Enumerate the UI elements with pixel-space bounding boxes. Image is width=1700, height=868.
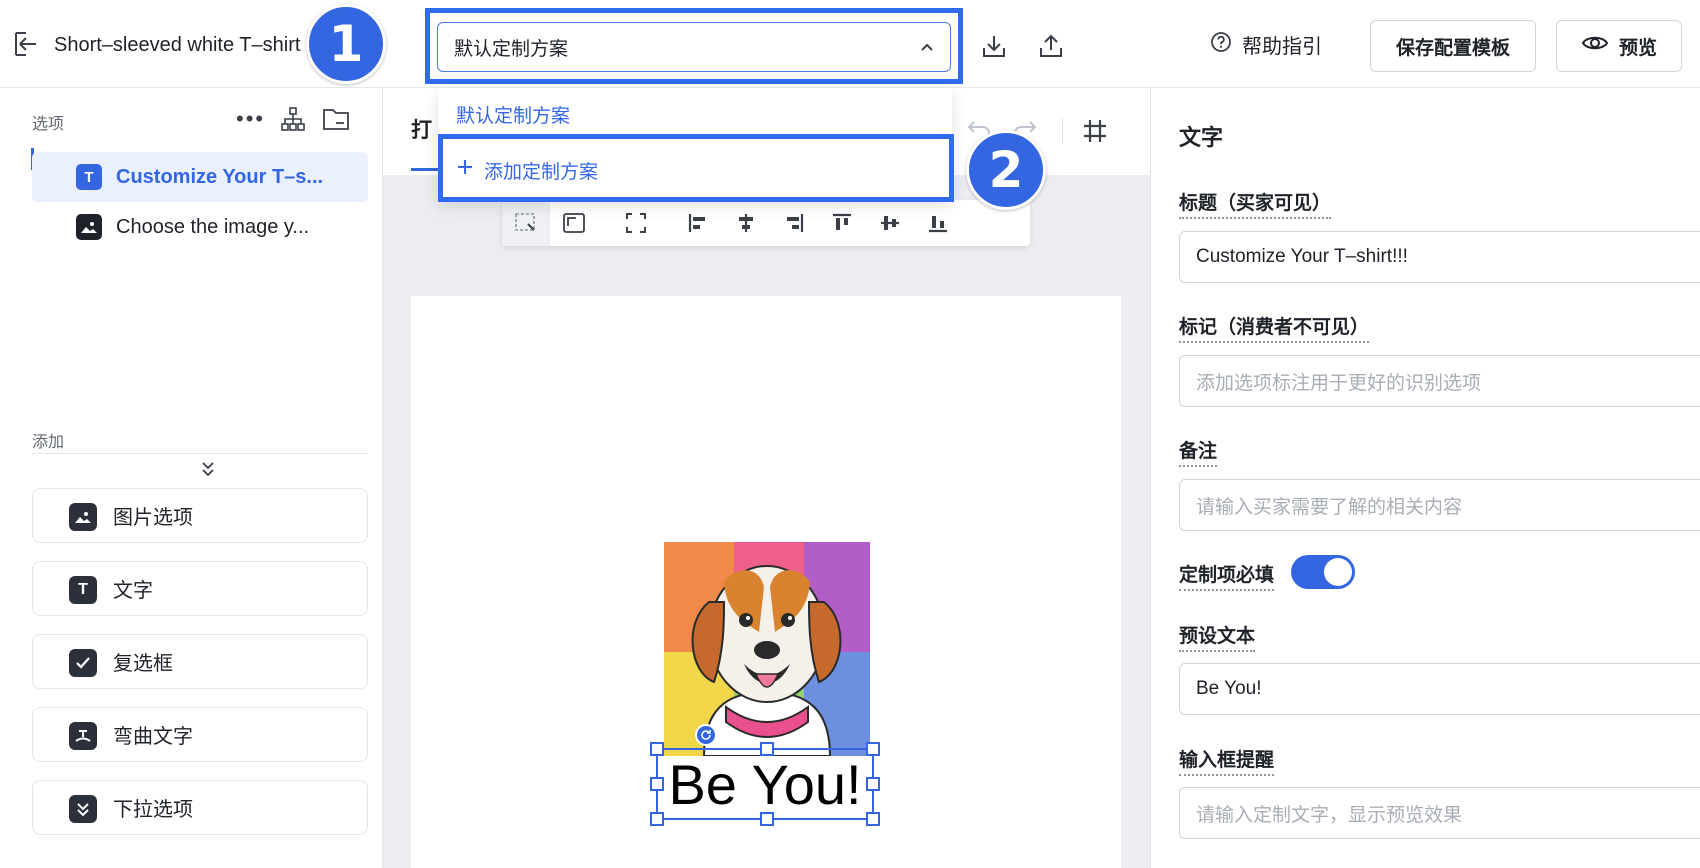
add-dropdown-option[interactable]: 下拉选项 bbox=[32, 780, 368, 835]
add-curved-text-option[interactable]: 弯曲文字 bbox=[32, 707, 368, 762]
option-label: Choose the image y... bbox=[116, 215, 310, 238]
highlight-box-2 bbox=[438, 134, 954, 202]
top-header: Short–sleeved white T–shirt 1 默认定制方案 帮助指… bbox=[0, 0, 1700, 88]
panel-heading: 文字 bbox=[1179, 125, 1224, 150]
dog-artwork-image[interactable] bbox=[664, 542, 870, 756]
question-circle-icon bbox=[1210, 31, 1232, 59]
crop-grid-icon[interactable] bbox=[1082, 118, 1108, 149]
step-1-badge: 1 bbox=[306, 4, 386, 84]
options-section-label: 选项 bbox=[32, 116, 65, 133]
image-icon bbox=[69, 503, 97, 531]
align-center-h-icon[interactable] bbox=[722, 200, 770, 246]
add-item-label: 复选框 bbox=[113, 653, 173, 675]
option-item-text[interactable]: T Customize Your T–s... bbox=[32, 152, 368, 202]
text-icon: T bbox=[69, 576, 97, 604]
tag-input[interactable]: 添加选项标注用于更好的识别选项 bbox=[1179, 355, 1700, 407]
alignment-toolbar bbox=[502, 200, 1030, 246]
note-input[interactable]: 请输入买家需要了解的相关内容 bbox=[1179, 479, 1700, 531]
text-icon: T bbox=[76, 164, 102, 190]
align-right-icon[interactable] bbox=[770, 200, 818, 246]
more-icon[interactable]: ••• bbox=[236, 106, 265, 132]
canvas-tab[interactable]: 打 bbox=[411, 114, 432, 144]
curved-text-icon bbox=[69, 722, 97, 750]
add-text-option[interactable]: T 文字 bbox=[32, 561, 368, 616]
save-template-label: 保存配置模板 bbox=[1395, 37, 1510, 59]
input-hint-field[interactable]: 请输入定制文字，显示预览效果 bbox=[1179, 787, 1700, 839]
option-item-image[interactable]: Choose the image y... bbox=[32, 202, 368, 252]
align-top-icon[interactable] bbox=[818, 200, 866, 246]
menu-item-default-scheme[interactable]: 默认定制方案 bbox=[438, 92, 952, 136]
input-hint-label: 输入框提醒 bbox=[1179, 745, 1275, 776]
exit-icon[interactable] bbox=[12, 30, 40, 58]
rotate-handle-icon[interactable] bbox=[695, 724, 717, 746]
save-template-button[interactable]: 保存配置模板 bbox=[1370, 20, 1536, 72]
step-2-badge: 2 bbox=[966, 130, 1046, 210]
preset-text-label: 预设文本 bbox=[1179, 621, 1256, 652]
folder-icon[interactable] bbox=[322, 106, 350, 137]
title-input[interactable]: Customize Your T–shirt!!! bbox=[1179, 231, 1700, 283]
design-canvas: Be You! bbox=[411, 296, 1121, 868]
dropdown-icon bbox=[69, 795, 97, 823]
option-label: Customize Your T–s... bbox=[116, 165, 324, 188]
title-label: 标题（买家可见） bbox=[1179, 188, 1332, 219]
tag-label: 标记（消费者不可见） bbox=[1179, 312, 1370, 343]
preset-text-input[interactable]: Be You! bbox=[1179, 663, 1700, 715]
scheme-select[interactable]: 默认定制方案 bbox=[437, 22, 951, 72]
toggle-knob bbox=[1324, 558, 1352, 586]
properties-panel: 文字 标题（买家可见） Customize Your T–shirt!!! 标记… bbox=[1150, 88, 1700, 868]
help-guide-link[interactable]: 帮助指引 bbox=[1210, 30, 1322, 59]
add-item-label: 下拉选项 bbox=[113, 799, 193, 821]
divider bbox=[32, 453, 368, 454]
chevron-up-icon bbox=[920, 36, 934, 58]
download-icon[interactable] bbox=[976, 28, 1012, 64]
upload-icon[interactable] bbox=[1033, 28, 1069, 64]
options-sidebar: 选项 ••• T Customize Your T–s... Choose th… bbox=[0, 88, 383, 868]
scheme-select-value: 默认定制方案 bbox=[454, 38, 569, 60]
preview-button[interactable]: 预览 bbox=[1556, 20, 1682, 72]
align-left-icon[interactable] bbox=[674, 200, 722, 246]
hierarchy-icon[interactable] bbox=[280, 106, 306, 137]
add-image-option[interactable]: 图片选项 bbox=[32, 488, 368, 543]
double-chevron-down-icon[interactable] bbox=[200, 460, 216, 483]
add-item-label: 文字 bbox=[113, 580, 153, 602]
toolbar-divider bbox=[1062, 118, 1063, 144]
checkbox-icon bbox=[69, 649, 97, 677]
add-section-label: 添加 bbox=[32, 434, 65, 451]
preview-label: 预览 bbox=[1618, 37, 1657, 59]
align-middle-v-icon[interactable] bbox=[866, 200, 914, 246]
design-text: Be You! bbox=[668, 752, 862, 816]
note-label: 备注 bbox=[1179, 436, 1218, 467]
align-bottom-icon[interactable] bbox=[914, 200, 962, 246]
required-toggle[interactable] bbox=[1291, 555, 1355, 589]
image-icon bbox=[76, 214, 102, 240]
add-item-label: 图片选项 bbox=[113, 507, 193, 529]
fullscreen-icon[interactable] bbox=[612, 200, 660, 246]
fit-frame-icon[interactable] bbox=[550, 200, 598, 246]
eye-icon bbox=[1581, 33, 1609, 59]
select-area-icon[interactable] bbox=[502, 200, 550, 246]
product-title: Short–sleeved white T–shirt bbox=[54, 34, 301, 56]
required-label: 定制项必填 bbox=[1179, 560, 1275, 591]
help-label: 帮助指引 bbox=[1242, 36, 1322, 58]
add-item-label: 弯曲文字 bbox=[113, 726, 193, 748]
add-checkbox-option[interactable]: 复选框 bbox=[32, 634, 368, 689]
